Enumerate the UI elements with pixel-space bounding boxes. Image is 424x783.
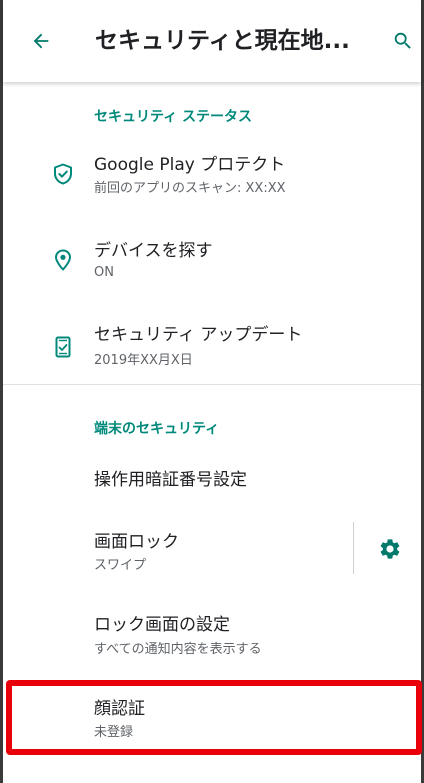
search-icon	[394, 32, 411, 49]
gear-icon	[380, 539, 400, 559]
item-summary: すべての通知内容を表示する	[94, 642, 262, 657]
location-pin-icon	[51, 248, 75, 272]
list-item-operation-pin[interactable]: 操作用暗証番号設定	[3, 452, 421, 506]
item-label: 操作用暗証番号設定	[94, 470, 247, 490]
item-label: 画面ロック	[94, 532, 179, 552]
list-item-face-authentication[interactable]: 顔認証 未登録	[3, 686, 421, 750]
shield-check-icon	[51, 162, 75, 186]
item-summary: 2019年XX月X日	[94, 353, 193, 368]
item-label: デバイスを探す	[94, 241, 213, 261]
search-button[interactable]	[389, 27, 417, 55]
phone-update-icon	[51, 335, 75, 359]
item-summary: 前回のアプリのスキャン: XX:XX	[94, 181, 286, 196]
section-header-security-status: セキュリティ ステータス	[94, 109, 253, 125]
list-item-find-my-device[interactable]: デバイスを探す ON	[3, 228, 421, 292]
list-item-security-update[interactable]: セキュリティ アップデート 2019年XX月X日	[3, 315, 421, 379]
item-summary: 未登録	[94, 725, 134, 740]
screen-lock-settings-button[interactable]	[375, 534, 405, 564]
list-item-lock-screen-settings[interactable]: ロック画面の設定 すべての通知内容を表示する	[3, 604, 421, 668]
section-divider	[3, 384, 421, 385]
list-item-google-play-protect[interactable]: Google Play プロテクト 前回のアプリのスキャン: XX:XX	[3, 140, 421, 204]
item-label: 顔認証	[94, 699, 145, 719]
item-summary: ON	[94, 265, 114, 280]
vertical-divider	[353, 522, 354, 574]
arrow-back-icon	[33, 33, 49, 49]
item-label: ロック画面の設定	[94, 615, 230, 635]
item-label: セキュリティ アップデート	[94, 325, 303, 345]
page-title: セキュリティと現在地...	[95, 28, 350, 54]
item-summary: スワイプ	[94, 558, 147, 573]
item-label: Google Play プロテクト	[94, 155, 286, 175]
back-button[interactable]	[27, 27, 55, 55]
list-item-screen-lock[interactable]: 画面ロック スワイプ	[3, 518, 344, 582]
app-bar: セキュリティと現在地...	[3, 0, 421, 82]
section-header-device-security: 端末のセキュリティ	[94, 421, 220, 437]
